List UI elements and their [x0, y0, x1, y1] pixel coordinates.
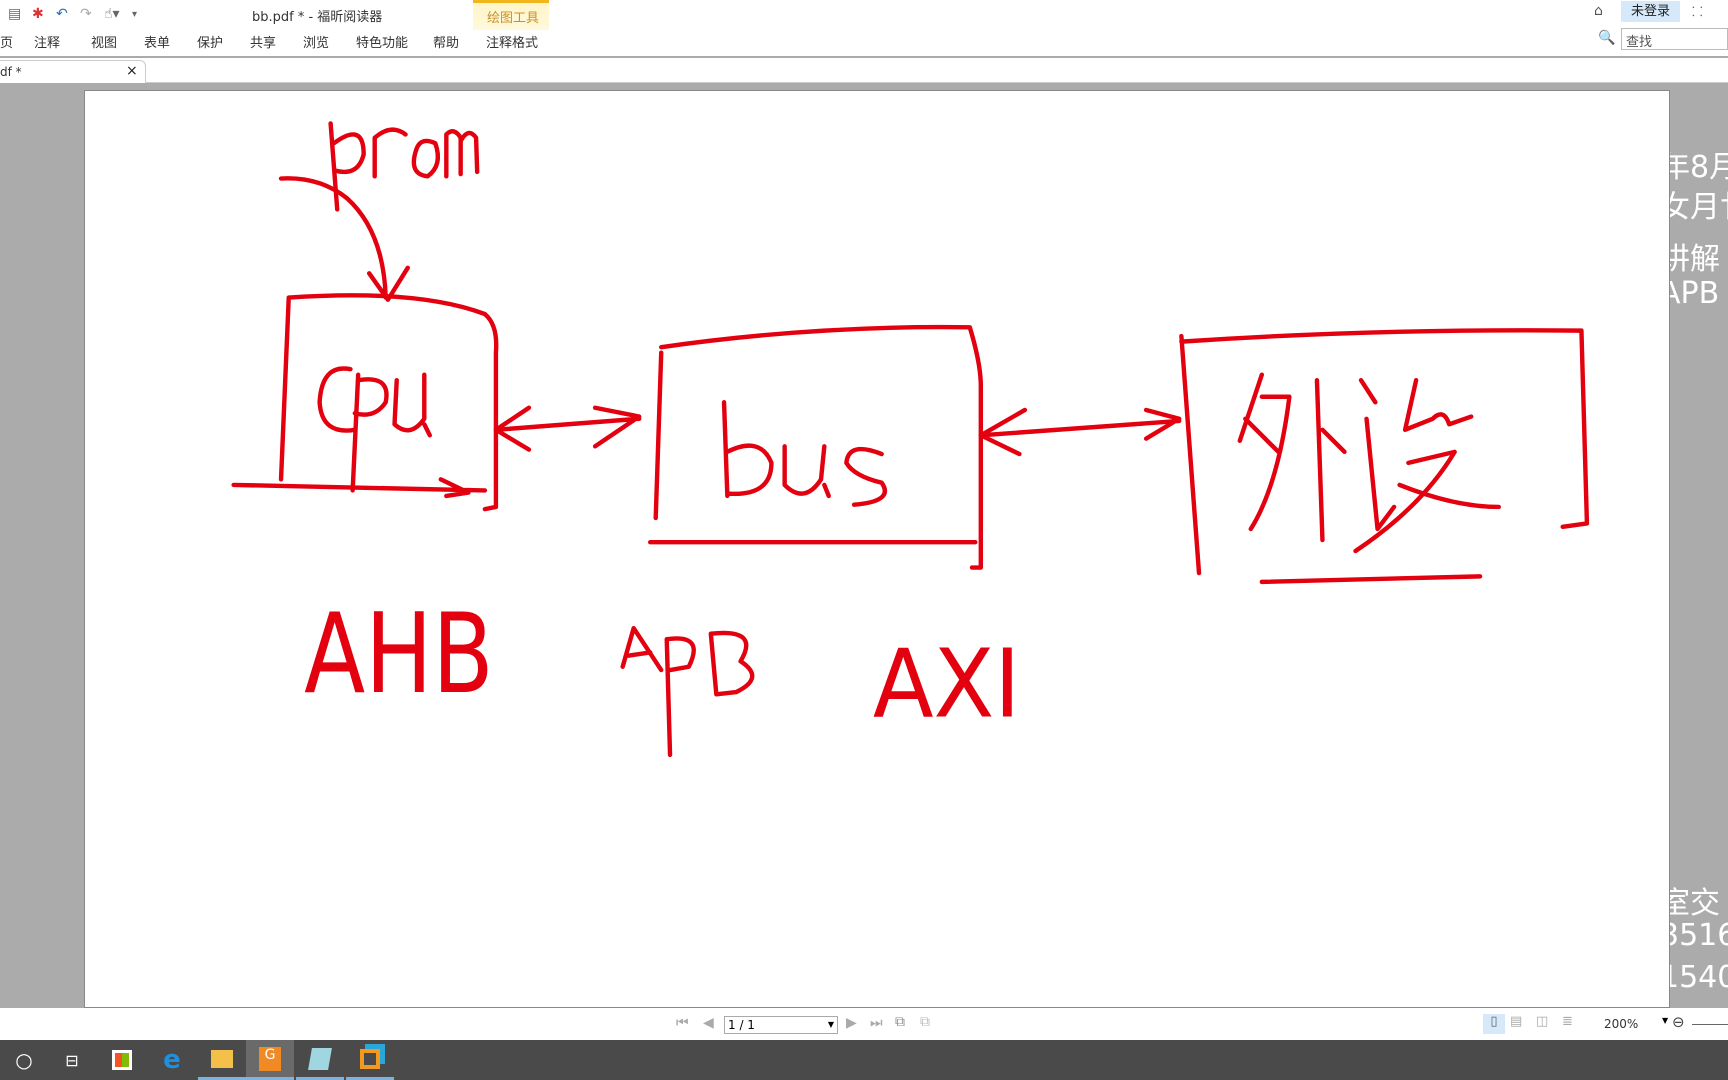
last-page-icon[interactable]: ⏭ [870, 1015, 883, 1031]
next-page-icon[interactable]: ▶ [846, 1015, 857, 1031]
zoom-out-icon[interactable]: ⊖ [1672, 1013, 1685, 1031]
ink-drawing: AHB AXI [231, 121, 1590, 758]
ink-prom [328, 121, 480, 212]
ink-peripheral-box [1179, 328, 1590, 585]
edge-icon[interactable]: e [148, 1040, 196, 1080]
taskbar: ○ ⊟ e G [0, 1040, 1728, 1080]
status-bar: ⏮ ◀ 1 / 1 ▼ ▶ ⏭ ⧉ ⧉ ▯ ▤ ◫ ≣ 200% ▼ ⊖ [0, 1008, 1728, 1040]
continuous-icon[interactable]: ▤ [1510, 1014, 1522, 1029]
ink-axi: AXI [873, 629, 1021, 739]
ink-peripheral-text [1237, 372, 1501, 554]
single-page-icon[interactable]: ▯ [1483, 1014, 1505, 1034]
ink-underline-arrow [231, 477, 488, 499]
task-view-icon[interactable]: ⊟ [48, 1040, 96, 1080]
foxit-reader-icon[interactable]: G [246, 1040, 294, 1080]
prev-page-icon[interactable]: ◀ [703, 1015, 714, 1031]
notepad-icon[interactable] [296, 1040, 344, 1080]
previous-view-icon[interactable]: ⧉ [895, 1014, 905, 1030]
cortana-icon[interactable]: ○ [0, 1040, 48, 1080]
ink-arrow-prom [278, 176, 410, 302]
continuous-facing-icon[interactable]: ≣ [1562, 1014, 1573, 1029]
next-view-icon[interactable]: ⧉ [920, 1014, 930, 1030]
store-icon[interactable] [98, 1040, 146, 1080]
ink-bus [721, 400, 888, 507]
ink-cpu-box [278, 293, 499, 512]
page-number: 1 / 1 [728, 1018, 755, 1032]
ink-double-arrow-2 [978, 407, 1182, 457]
ink-double-arrow-1 [493, 405, 642, 452]
ink-bus-box [648, 324, 984, 570]
first-page-icon[interactable]: ⏮ [676, 1015, 689, 1031]
file-explorer-icon[interactable] [198, 1040, 246, 1080]
zoom-slider[interactable] [1692, 1024, 1728, 1025]
ink-cpu [317, 366, 432, 493]
chevron-down-icon[interactable]: ▼ [828, 1017, 834, 1033]
zoom-level[interactable]: 200% [1604, 1017, 1638, 1031]
facing-icon[interactable]: ◫ [1536, 1014, 1548, 1029]
ink-apb [620, 625, 755, 758]
ink-ahb: AHB [304, 590, 494, 718]
page-number-input[interactable]: 1 / 1 ▼ [724, 1016, 838, 1034]
virtualbox-icon[interactable] [346, 1040, 394, 1080]
zoom-dropdown-icon[interactable]: ▼ [1662, 1016, 1668, 1025]
